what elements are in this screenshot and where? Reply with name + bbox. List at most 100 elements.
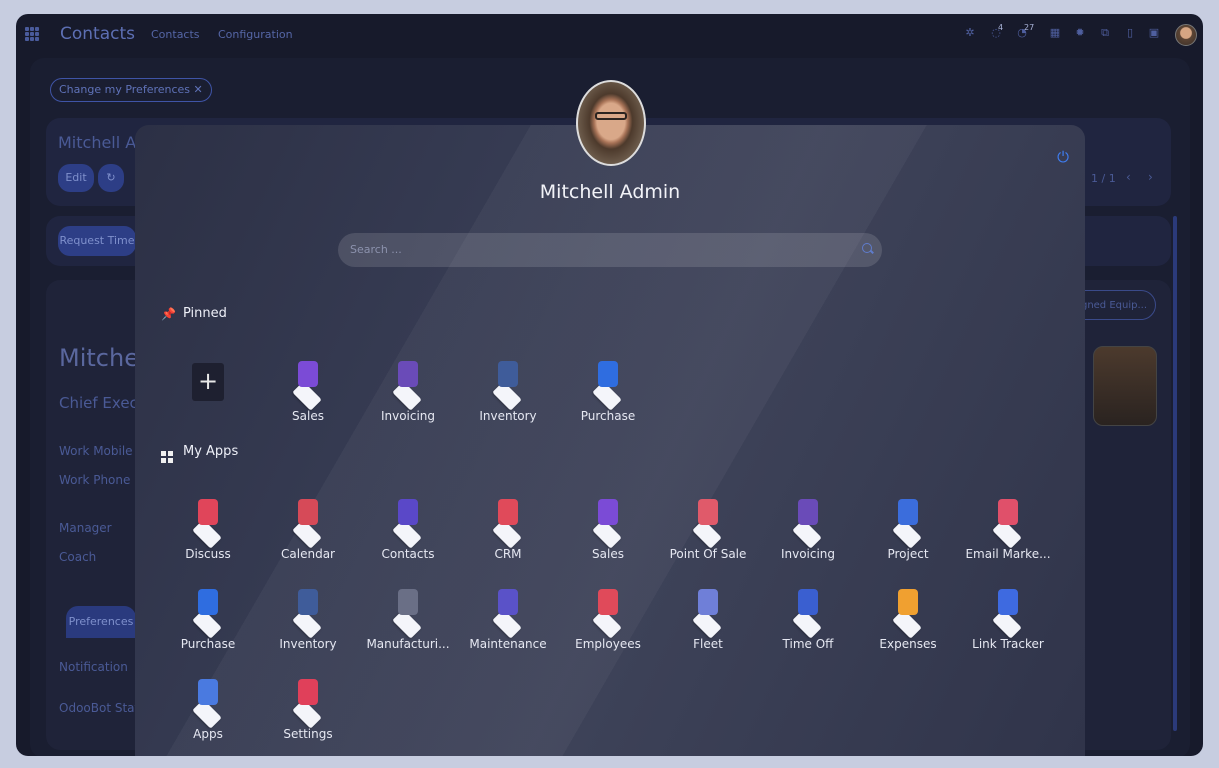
calculator-icon[interactable]: ▣ bbox=[1148, 27, 1160, 39]
debug-icon[interactable]: ✲ bbox=[964, 27, 976, 39]
app-label: Calendar bbox=[281, 547, 335, 561]
chat-icon[interactable]: ◌ 4 bbox=[990, 23, 1003, 39]
chat-count: 4 bbox=[998, 23, 1004, 32]
employee-name: Mitchel bbox=[59, 344, 146, 372]
add-pin-button[interactable]: + bbox=[192, 363, 224, 401]
app-icon bbox=[988, 587, 1028, 639]
app-icon bbox=[588, 497, 628, 549]
pinned-app-sales[interactable]: Sales bbox=[258, 359, 358, 423]
menu-app-crm[interactable]: CRM bbox=[458, 497, 558, 561]
app-label: Sales bbox=[592, 547, 624, 561]
app-icon bbox=[688, 497, 728, 549]
field-coach: Coach bbox=[59, 550, 97, 564]
app-icon bbox=[288, 677, 328, 729]
field-work-phone: Work Phone bbox=[59, 473, 131, 487]
pin-icon: 📌 bbox=[161, 307, 176, 321]
menu-app-project[interactable]: Project bbox=[858, 497, 958, 561]
app-label: Apps bbox=[193, 727, 223, 741]
scrollbar[interactable] bbox=[1173, 216, 1177, 731]
menu-app-discuss[interactable]: Discuss bbox=[158, 497, 258, 561]
app-icon bbox=[188, 497, 228, 549]
menu-app-sales[interactable]: Sales bbox=[558, 497, 658, 561]
activity-icon[interactable]: ◔ 27 bbox=[1016, 23, 1034, 39]
app-label: Expenses bbox=[879, 637, 937, 651]
menu-app-calendar[interactable]: Calendar bbox=[258, 497, 358, 561]
app-label: Invoicing bbox=[380, 409, 436, 423]
app-label: Link Tracker bbox=[972, 637, 1044, 651]
profile-avatar bbox=[576, 80, 646, 166]
apps-grid-icon bbox=[161, 451, 173, 463]
app-icon bbox=[588, 359, 628, 411]
user-avatar[interactable] bbox=[1175, 24, 1197, 46]
menu-app-email-marke[interactable]: Email Marke... bbox=[958, 497, 1058, 561]
myapps-label: My Apps bbox=[183, 444, 239, 459]
pinned-app-invoicing[interactable]: Invoicing bbox=[358, 359, 458, 423]
app-label: Discuss bbox=[185, 547, 231, 561]
app-icon bbox=[588, 587, 628, 639]
pinned-label: Pinned bbox=[183, 306, 227, 321]
companies-icon[interactable]: ⧉ bbox=[1099, 27, 1111, 39]
app-label: Fleet bbox=[693, 637, 723, 651]
tab-preferences[interactable]: Preferences bbox=[66, 606, 136, 638]
app-label: Maintenance bbox=[469, 637, 547, 651]
app-icon bbox=[288, 587, 328, 639]
menu-app-settings[interactable]: Settings bbox=[258, 677, 358, 741]
menu-app-inventory[interactable]: Inventory bbox=[258, 587, 358, 651]
refresh-icon[interactable]: ↻ bbox=[98, 164, 124, 192]
app-label: Manufacturi... bbox=[366, 637, 450, 651]
menu-app-contacts[interactable]: Contacts bbox=[358, 497, 458, 561]
pinned-app-inventory[interactable]: Inventory bbox=[458, 359, 558, 423]
app-menu-grid-icon[interactable] bbox=[25, 27, 39, 41]
menu-app-link-tracker[interactable]: Link Tracker bbox=[958, 587, 1058, 651]
employee-photo[interactable] bbox=[1093, 346, 1157, 426]
app-icon bbox=[388, 359, 428, 411]
app-brand[interactable]: Contacts bbox=[60, 24, 135, 44]
phone-icon[interactable]: ▯ bbox=[1124, 27, 1136, 39]
gear-icon[interactable]: ✹ bbox=[1074, 27, 1086, 39]
app-icon bbox=[288, 497, 328, 549]
app-label: Purchase bbox=[180, 637, 236, 651]
menu-app-apps[interactable]: Apps bbox=[158, 677, 258, 741]
edit-button[interactable]: Edit bbox=[58, 164, 94, 192]
request-time-button[interactable]: Request Time bbox=[58, 226, 136, 256]
app-label: Inventory bbox=[279, 637, 337, 651]
menu-app-fleet[interactable]: Fleet bbox=[658, 587, 758, 651]
app-icon bbox=[888, 497, 928, 549]
menu-app-point-of-sale[interactable]: Point Of Sale bbox=[658, 497, 758, 561]
close-icon[interactable]: ✕ bbox=[194, 83, 203, 96]
pager-prev-icon[interactable]: ‹ bbox=[1126, 170, 1131, 184]
field-odoobot-status: OdooBot Statu bbox=[59, 701, 147, 715]
pager: 1 / 1 bbox=[1091, 172, 1116, 185]
app-label: Time Off bbox=[782, 637, 834, 651]
grid-icon[interactable]: ▦ bbox=[1049, 27, 1061, 39]
menu-app-invoicing[interactable]: Invoicing bbox=[758, 497, 858, 561]
pinned-app-purchase[interactable]: Purchase bbox=[558, 359, 658, 423]
search-input[interactable] bbox=[348, 242, 832, 257]
menu-app-expenses[interactable]: Expenses bbox=[858, 587, 958, 651]
top-navbar: Contacts Contacts Configuration ✲ ◌ 4 ◔ 27… bbox=[16, 14, 1203, 54]
record-title: Mitchell Ad bbox=[58, 133, 147, 152]
menu-app-time-off[interactable]: Time Off bbox=[758, 587, 858, 651]
menu-app-employees[interactable]: Employees bbox=[558, 587, 658, 651]
app-label: CRM bbox=[494, 547, 522, 561]
search-icon[interactable] bbox=[862, 243, 872, 253]
app-label: Settings bbox=[283, 727, 333, 741]
app-label: Email Marke... bbox=[965, 547, 1051, 561]
nav-contacts[interactable]: Contacts bbox=[151, 28, 200, 41]
menu-search[interactable] bbox=[338, 233, 882, 267]
app-label: Point Of Sale bbox=[669, 547, 747, 561]
menu-app-manufacturi[interactable]: Manufacturi... bbox=[358, 587, 458, 651]
pager-next-icon[interactable]: › bbox=[1148, 170, 1153, 184]
field-work-mobile: Work Mobile bbox=[59, 444, 133, 458]
nav-configuration[interactable]: Configuration bbox=[218, 28, 293, 41]
app-icon bbox=[288, 359, 328, 411]
change-preferences-pill[interactable]: Change my Preferences ✕ bbox=[50, 78, 212, 102]
app-icon bbox=[388, 587, 428, 639]
menu-app-purchase[interactable]: Purchase bbox=[158, 587, 258, 651]
power-icon[interactable]: ⏻ bbox=[1057, 148, 1069, 166]
menu-app-maintenance[interactable]: Maintenance bbox=[458, 587, 558, 651]
app-label: Project bbox=[887, 547, 929, 561]
app-icon bbox=[488, 587, 528, 639]
field-notification: Notification bbox=[59, 660, 128, 674]
app-icon bbox=[988, 497, 1028, 549]
